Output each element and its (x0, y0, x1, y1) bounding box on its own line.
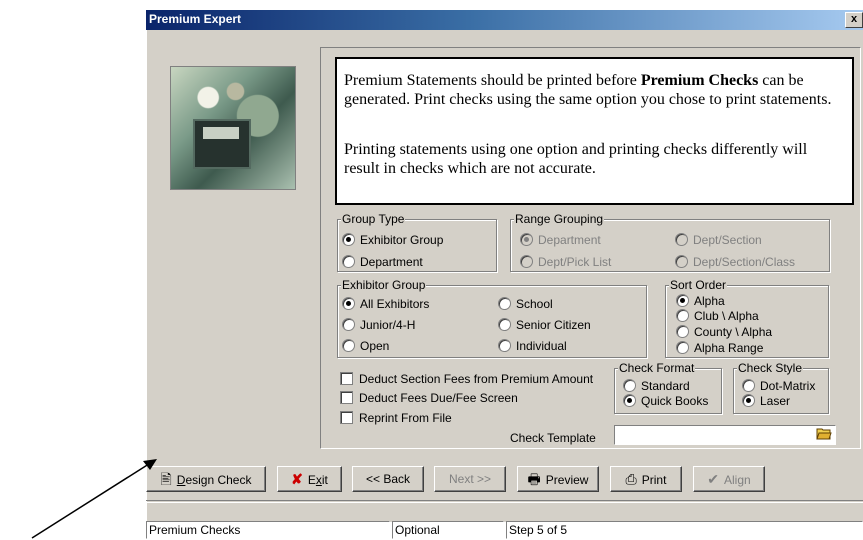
radio-selected-icon (342, 233, 355, 246)
exhibitor-group-legend: Exhibitor Group (341, 278, 427, 292)
exit-button[interactable]: ✘ Exit (277, 466, 342, 492)
radio-dept-pick-list[interactable]: Dept/Pick List (520, 255, 611, 269)
radio-disabled-icon (675, 255, 688, 268)
checkbox-deduct-fees-due[interactable]: Deduct Fees Due/Fee Screen (340, 391, 518, 405)
design-document-icon: 🖹 (160, 471, 172, 487)
group-type-box: Group Type Exhibitor Group Department (337, 212, 497, 272)
check-format-box: Check Format Standard Quick Books (614, 361, 722, 414)
preview-button[interactable]: 🖶 Preview (517, 466, 599, 492)
group-type-legend: Group Type (341, 212, 406, 226)
check-template-label: Check Template (510, 431, 596, 445)
instruction-message: Premium Statements should be printed bef… (335, 57, 854, 205)
check-style-box: Check Style Dot-Matrix Laser (733, 361, 829, 414)
radio-standard[interactable]: Standard (623, 379, 690, 393)
radio-range-department[interactable]: Department (520, 233, 601, 247)
separator (146, 500, 863, 503)
status-optional: Optional (392, 521, 504, 539)
radio-senior-citizen[interactable]: Senior Citizen (498, 318, 591, 332)
align-button[interactable]: ✔ Align (693, 466, 765, 492)
radio-department[interactable]: Department (342, 255, 423, 269)
radio-disabled-icon (520, 255, 533, 268)
radio-selected-icon (742, 394, 755, 407)
radio-dept-section-class[interactable]: Dept/Section/Class (675, 255, 795, 269)
checkbox-reprint-from-file[interactable]: Reprint From File (340, 411, 452, 425)
preview-icon: 🖶 (527, 471, 541, 487)
radio-icon (498, 297, 511, 310)
radio-laser[interactable]: Laser (742, 394, 790, 408)
radio-individual[interactable]: Individual (498, 339, 567, 353)
status-step: Step 5 of 5 (506, 521, 863, 539)
radio-alpha-range[interactable]: Alpha Range (676, 341, 763, 355)
range-grouping-box: Range Grouping Department Dept/Section D… (510, 212, 830, 272)
check-format-legend: Check Format (618, 361, 696, 375)
check-template-input[interactable] (614, 425, 836, 445)
checkbox-icon (340, 372, 353, 385)
radio-icon (498, 318, 511, 331)
radio-disabled-selected-icon (520, 233, 533, 246)
radio-exhibitor-group[interactable]: Exhibitor Group (342, 233, 443, 247)
open-folder-icon[interactable] (814, 426, 834, 444)
radio-icon (676, 341, 689, 354)
radio-selected-icon (676, 294, 689, 307)
radio-county-alpha[interactable]: County \ Alpha (676, 325, 772, 339)
radio-icon (676, 309, 689, 322)
radio-icon (498, 339, 511, 352)
radio-open[interactable]: Open (342, 339, 389, 353)
red-x-icon: ✘ (291, 471, 303, 487)
message-paragraph-1: Premium Statements should be printed bef… (344, 72, 832, 108)
checkmark-icon: ✔ (707, 471, 720, 487)
message-paragraph-2: Printing statements using one option and… (344, 141, 808, 177)
range-grouping-legend: Range Grouping (514, 212, 605, 226)
exhibitor-group-box: Exhibitor Group All Exhibitors School Ju… (337, 278, 647, 358)
window-title: Premium Expert (149, 12, 242, 26)
radio-selected-icon (623, 394, 636, 407)
radio-dept-section[interactable]: Dept/Section (675, 233, 762, 247)
radio-alpha[interactable]: Alpha (676, 294, 725, 308)
title-bar: Premium Expert x (146, 10, 863, 30)
radio-icon (742, 379, 755, 392)
radio-quick-books[interactable]: Quick Books (623, 394, 708, 408)
money-calculator-image (170, 66, 296, 190)
back-button[interactable]: << Back (352, 466, 424, 492)
radio-icon (623, 379, 636, 392)
checkbox-icon (340, 391, 353, 404)
printer-icon: ⎙ (625, 471, 637, 487)
check-style-legend: Check Style (737, 361, 804, 375)
radio-dot-matrix[interactable]: Dot-Matrix (742, 379, 815, 393)
radio-icon (342, 318, 355, 331)
checkbox-icon (340, 411, 353, 424)
radio-selected-icon (342, 297, 355, 310)
print-button[interactable]: ⎙ Print (610, 466, 682, 492)
status-section-name: Premium Checks (146, 521, 390, 539)
radio-school[interactable]: School (498, 297, 553, 311)
radio-icon (342, 339, 355, 352)
radio-icon (676, 325, 689, 338)
radio-club-alpha[interactable]: Club \ Alpha (676, 309, 759, 323)
sort-order-legend: Sort Order (669, 278, 728, 292)
radio-junior-4h[interactable]: Junior/4-H (342, 318, 415, 332)
radio-disabled-icon (675, 233, 688, 246)
radio-icon (342, 255, 355, 268)
radio-all-exhibitors[interactable]: All Exhibitors (342, 297, 429, 311)
next-button[interactable]: Next >> (434, 466, 506, 492)
design-check-button[interactable]: 🖹 Design Check (146, 466, 266, 492)
checkbox-deduct-section-fees[interactable]: Deduct Section Fees from Premium Amount (340, 372, 593, 386)
close-icon[interactable]: x (845, 12, 863, 28)
sort-order-box: Sort Order Alpha Club \ Alpha County \ A… (665, 278, 829, 358)
